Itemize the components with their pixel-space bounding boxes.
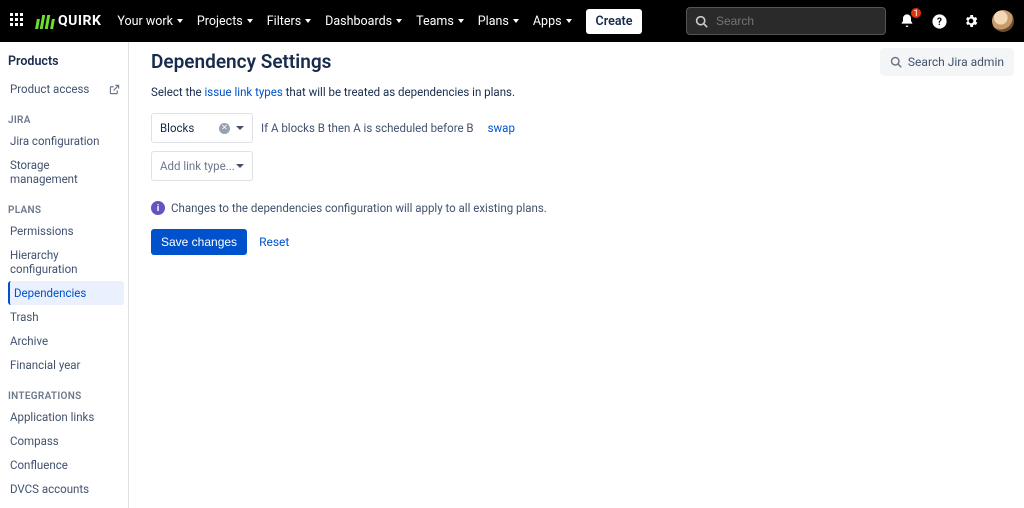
nav-plans[interactable]: Plans (478, 14, 519, 29)
sidebar-item-archive[interactable]: Archive (8, 329, 124, 353)
global-search[interactable] (686, 7, 886, 35)
chevron-down-icon (236, 126, 244, 130)
sidebar-item-financial-year[interactable]: Financial year (8, 353, 124, 377)
add-link-type-select[interactable]: Add link type... (151, 151, 253, 181)
notifications-icon[interactable]: 1 (896, 10, 918, 32)
sidebar: Products Product access JIRA Jira config… (0, 42, 128, 508)
page-description: Select the issue link types that will be… (151, 85, 1012, 99)
nav-projects[interactable]: Projects (197, 14, 253, 29)
sidebar-heading-integrations: INTEGRATIONS (8, 391, 124, 402)
sidebar-heading-plans: PLANS (8, 205, 124, 216)
sidebar-title: Products (8, 50, 124, 77)
external-link-icon (109, 84, 120, 95)
create-button[interactable]: Create (586, 9, 643, 34)
sidebar-heading-jira: JIRA (8, 115, 124, 126)
avatar[interactable] (992, 10, 1014, 32)
link-type-value: Blocks (160, 121, 194, 135)
reset-button[interactable]: Reset (259, 235, 289, 249)
sidebar-item-permissions[interactable]: Permissions (8, 219, 124, 243)
add-link-placeholder: Add link type... (160, 159, 235, 173)
main-content: Search Jira admin Dependency Settings Se… (129, 42, 1024, 508)
sidebar-item-trash[interactable]: Trash (8, 305, 124, 329)
admin-search[interactable]: Search Jira admin (880, 48, 1014, 76)
chevron-down-icon (513, 19, 519, 23)
sidebar-item-app-links[interactable]: Application links (8, 405, 124, 429)
sidebar-item-storage[interactable]: Storage management (8, 153, 124, 191)
top-nav: QUIRK Your work Projects Filters Dashboa… (0, 0, 1024, 42)
settings-icon[interactable] (960, 10, 982, 32)
save-button[interactable]: Save changes (151, 229, 247, 255)
brand-mark-icon (36, 13, 54, 29)
admin-search-label: Search Jira admin (908, 55, 1004, 69)
notification-badge: 1 (910, 7, 922, 19)
sidebar-item-compass[interactable]: Compass (8, 429, 124, 453)
chevron-down-icon (247, 19, 253, 23)
help-icon[interactable]: ? (928, 10, 950, 32)
clear-icon[interactable]: ✕ (219, 123, 230, 134)
swap-link[interactable]: swap (488, 121, 515, 135)
sidebar-item-dependencies[interactable]: Dependencies (8, 281, 124, 305)
sidebar-item-dvcs[interactable]: DVCS accounts (8, 477, 124, 501)
sidebar-item-product-access[interactable]: Product access (8, 77, 124, 101)
search-icon (890, 56, 902, 68)
chevron-down-icon (396, 19, 402, 23)
sidebar-item-confluence[interactable]: Confluence (8, 453, 124, 477)
app-switcher-icon[interactable] (10, 13, 26, 29)
brand-text: QUIRK (58, 13, 101, 29)
link-type-select[interactable]: Blocks ✕ (151, 113, 253, 143)
nav-teams[interactable]: Teams (416, 14, 464, 29)
search-icon (695, 15, 708, 28)
nav-dashboards[interactable]: Dashboards (325, 14, 402, 29)
issue-link-types-link[interactable]: issue link types (205, 85, 283, 99)
nav-apps[interactable]: Apps (533, 14, 572, 29)
sidebar-item-jira-config[interactable]: Jira configuration (8, 129, 124, 153)
global-search-input[interactable] (714, 13, 874, 29)
sidebar-item-hierarchy[interactable]: Hierarchy configuration (8, 243, 124, 281)
nav-your-work[interactable]: Your work (117, 14, 183, 29)
link-type-hint: If A blocks B then A is scheduled before… (261, 121, 474, 135)
chevron-down-icon (236, 164, 244, 168)
info-message: i Changes to the dependencies configurat… (151, 201, 1012, 215)
chevron-down-icon (177, 19, 183, 23)
chevron-down-icon (566, 19, 572, 23)
info-text: Changes to the dependencies configuratio… (171, 201, 547, 215)
nav-items: Your work Projects Filters Dashboards Te… (117, 9, 642, 34)
svg-text:?: ? (937, 17, 942, 28)
chevron-down-icon (305, 19, 311, 23)
nav-filters[interactable]: Filters (267, 14, 311, 29)
chevron-down-icon (458, 19, 464, 23)
brand-logo[interactable]: QUIRK (36, 13, 101, 29)
info-icon: i (151, 201, 165, 215)
